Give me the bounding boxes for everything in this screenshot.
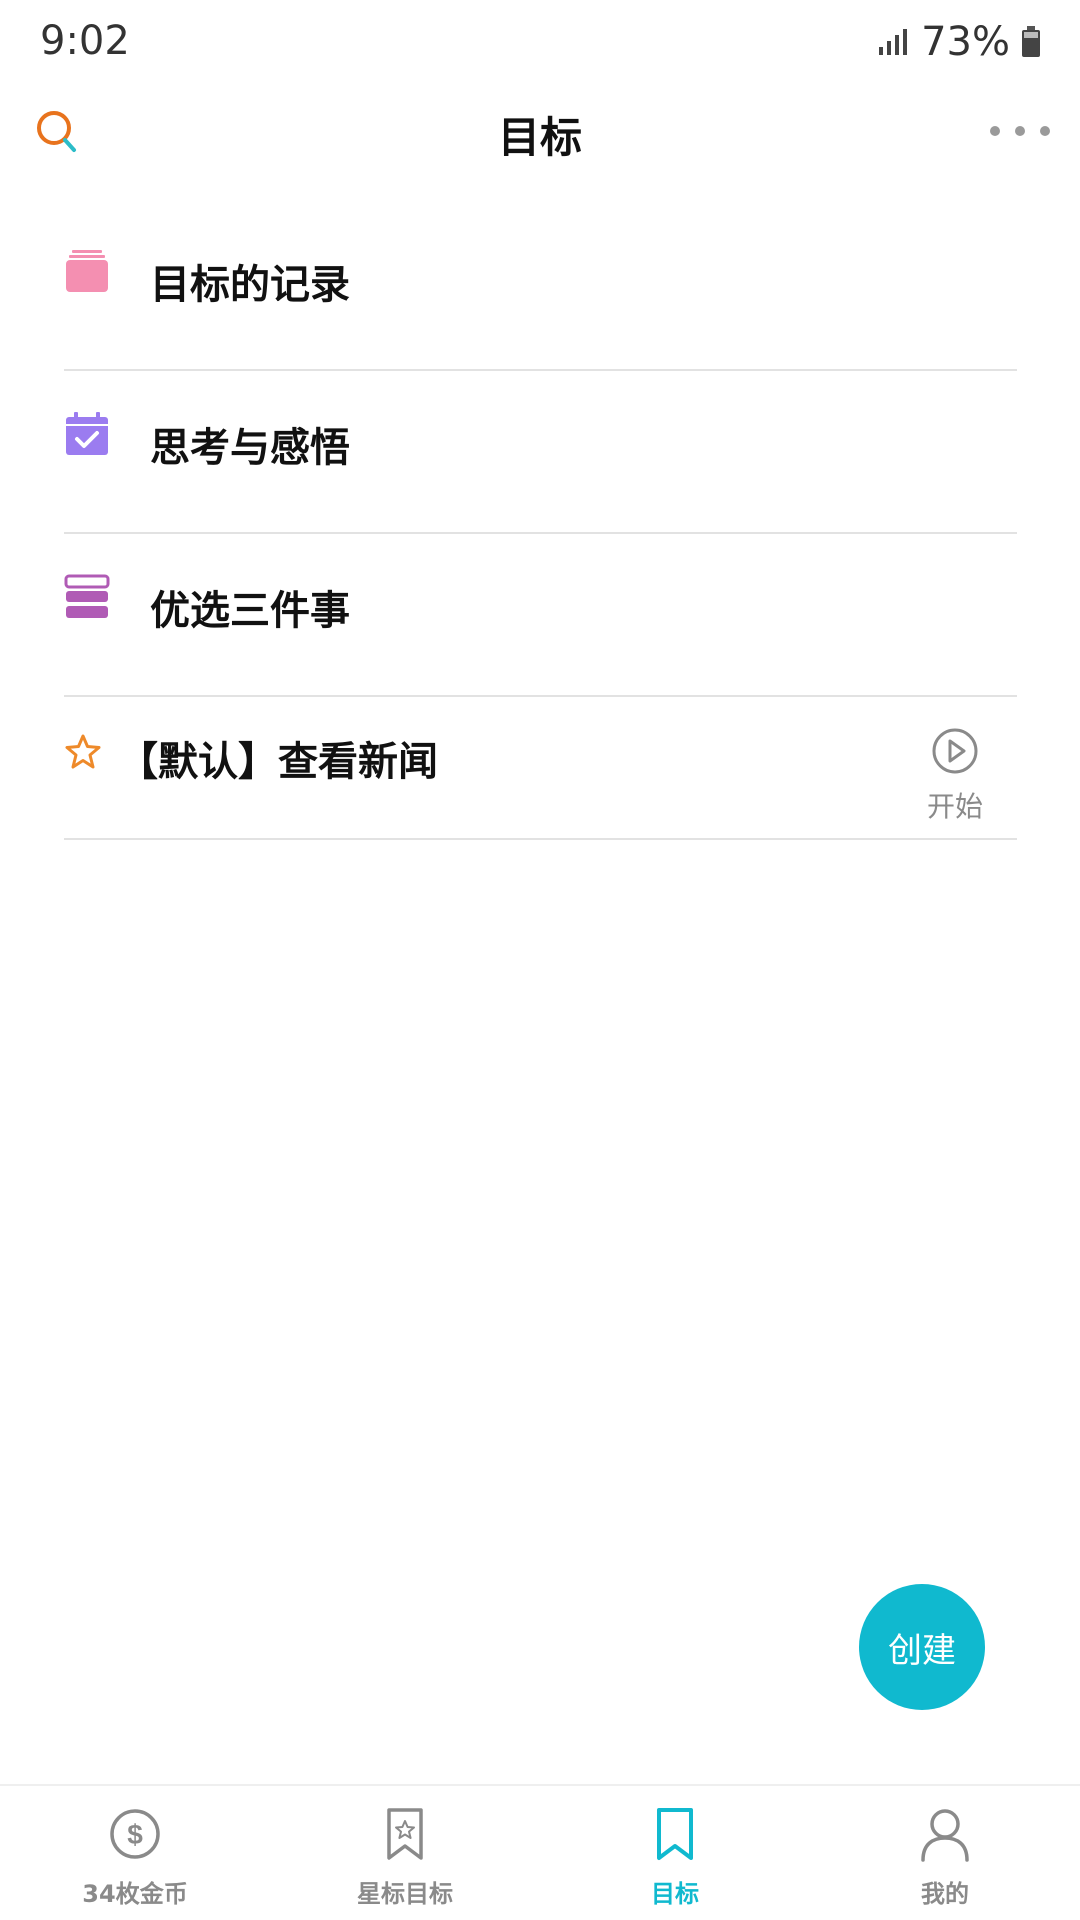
more-options-button[interactable] xyxy=(990,106,1050,156)
signal-icon xyxy=(879,29,908,55)
more-dot-icon xyxy=(1015,126,1025,136)
list-item-goal-records[interactable]: 目标的记录 xyxy=(64,208,1017,371)
list-item-goal-news[interactable]: 【默认】查看新闻 开始 xyxy=(64,697,1017,840)
battery-percent: 73% xyxy=(921,19,1010,65)
bottom-navigation: $ 34枚金币 星标目标 目标 我的 xyxy=(0,1784,1080,1920)
three-bars-icon xyxy=(64,574,110,618)
nav-label-starred: 星标目标 xyxy=(357,1880,453,1908)
goal-title: 【默认】查看新闻 xyxy=(118,739,438,785)
more-dot-icon xyxy=(1040,126,1050,136)
start-button[interactable]: 开始 xyxy=(923,727,987,823)
goal-category-list: 目标的记录 思考与感悟 优选三件事 【默认】查看新闻 开始 xyxy=(64,208,1017,840)
person-icon xyxy=(921,1809,969,1862)
list-item-label: 目标的记录 xyxy=(150,262,350,308)
start-label: 开始 xyxy=(926,790,983,823)
nav-label-coins: 34枚金币 xyxy=(82,1880,188,1908)
nav-item-coins[interactable]: $ 34枚金币 xyxy=(50,1804,220,1914)
list-item-label: 优选三件事 xyxy=(150,588,350,634)
bookmark-icon xyxy=(657,1808,693,1860)
status-bar: 9:02 73% xyxy=(0,0,1080,84)
nav-item-starred-goals[interactable]: 星标目标 xyxy=(320,1804,490,1914)
nav-item-goals[interactable]: 目标 xyxy=(590,1804,760,1914)
list-item-top-three[interactable]: 优选三件事 xyxy=(64,534,1017,697)
nav-label-mine: 我的 xyxy=(921,1880,969,1908)
calendar-check-icon xyxy=(66,412,108,455)
status-time: 9:02 xyxy=(40,18,130,64)
dollar-coin-icon: $ xyxy=(110,1809,160,1859)
stacked-box-icon xyxy=(66,250,108,292)
create-button[interactable]: 创建 xyxy=(859,1584,985,1710)
battery-icon xyxy=(1022,26,1040,57)
svg-text:$: $ xyxy=(127,1819,143,1850)
list-item-thoughts[interactable]: 思考与感悟 xyxy=(64,371,1017,534)
star-outline-icon[interactable] xyxy=(64,733,102,771)
status-right: 73% xyxy=(877,18,1042,66)
more-dot-icon xyxy=(990,126,1000,136)
nav-item-mine[interactable]: 我的 xyxy=(860,1804,1030,1914)
bookmark-star-icon xyxy=(387,1808,423,1860)
play-circle-icon xyxy=(932,728,978,774)
list-item-label: 思考与感悟 xyxy=(150,425,350,471)
app-root: 9:02 73% 目标 目标的记录 思考与感悟 优选三件事 【默认】查看新闻 开… xyxy=(0,0,1080,1920)
page-title: 目标 xyxy=(497,113,582,162)
top-app-bar: 目标 xyxy=(0,84,1080,184)
nav-label-goals: 目标 xyxy=(651,1880,699,1908)
